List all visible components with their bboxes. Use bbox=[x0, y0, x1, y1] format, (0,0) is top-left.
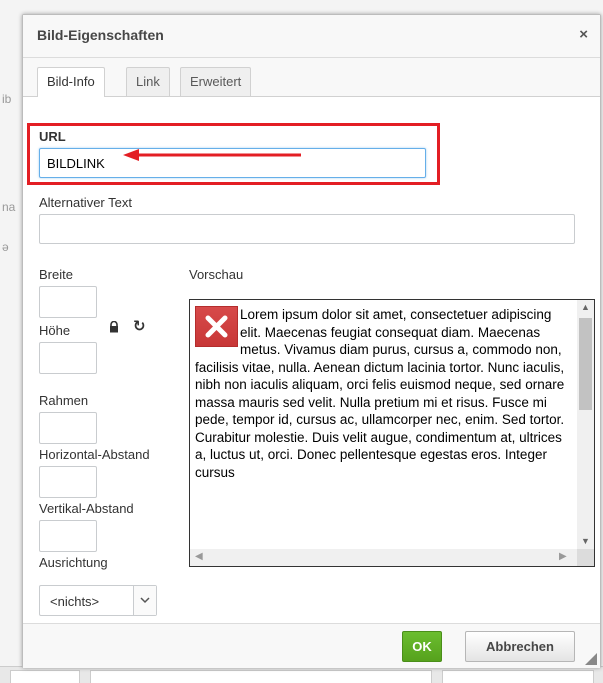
close-icon[interactable]: × bbox=[579, 26, 588, 43]
alt-text-input[interactable] bbox=[39, 214, 575, 244]
dialog-title: Bild-Eigenschaften bbox=[37, 27, 164, 43]
dialog-titlebar[interactable]: Bild-Eigenschaften × bbox=[23, 15, 600, 58]
background-field bbox=[10, 670, 80, 683]
tab-content: URL Alternativer Text Breite ↻ Höhe Rahm… bbox=[23, 97, 600, 623]
scroll-right-icon[interactable]: ▶ bbox=[559, 551, 567, 562]
height-label: Höhe bbox=[39, 323, 71, 338]
scroll-corner bbox=[577, 549, 594, 566]
height-input[interactable] bbox=[39, 342, 97, 374]
tab-link[interactable]: Link bbox=[126, 67, 170, 96]
hspace-input[interactable] bbox=[39, 466, 97, 498]
background-fragment: ib bbox=[2, 92, 12, 106]
preview-box[interactable]: Lorem ipsum dolor sit amet, consectetuer… bbox=[189, 299, 595, 567]
preview-label: Vorschau bbox=[189, 267, 244, 282]
preview-text: Lorem ipsum dolor sit amet, consectetuer… bbox=[195, 307, 565, 480]
broken-image-icon bbox=[195, 306, 238, 347]
chevron-down-icon[interactable] bbox=[133, 586, 156, 615]
cancel-button[interactable]: Abbrechen bbox=[465, 631, 575, 662]
align-select[interactable]: <nichts> bbox=[39, 585, 157, 616]
align-select-value: <nichts> bbox=[50, 594, 100, 609]
align-label: Ausrichtung bbox=[39, 555, 108, 570]
background-field bbox=[442, 670, 594, 683]
image-properties-dialog: Bild-Eigenschaften × Bild-Info Link Erwe… bbox=[22, 14, 601, 668]
ok-button[interactable]: OK bbox=[402, 631, 442, 662]
border-input[interactable] bbox=[39, 412, 97, 444]
tab-bild-info[interactable]: Bild-Info bbox=[37, 67, 105, 97]
tab-bar: Bild-Info Link Erweitert bbox=[23, 58, 600, 97]
preview-horizontal-scrollbar[interactable]: ◀ ▶ bbox=[190, 549, 577, 566]
alt-text-label: Alternativer Text bbox=[39, 195, 132, 210]
preview-vertical-scrollbar[interactable]: ▲ ▼ bbox=[577, 300, 594, 549]
vspace-input[interactable] bbox=[39, 520, 97, 552]
border-label: Rahmen bbox=[39, 393, 89, 408]
scrollbar-thumb[interactable] bbox=[579, 318, 592, 410]
resize-handle-icon[interactable] bbox=[585, 653, 597, 665]
width-label: Breite bbox=[39, 267, 73, 282]
url-label: URL bbox=[39, 129, 66, 144]
background-fragment: na bbox=[2, 200, 16, 214]
tab-erweitert[interactable]: Erweitert bbox=[180, 67, 252, 96]
reset-size-icon[interactable]: ↻ bbox=[133, 317, 146, 335]
hspace-label: Horizontal-Abstand bbox=[39, 447, 150, 462]
scroll-down-icon[interactable]: ▼ bbox=[581, 536, 590, 546]
vspace-label: Vertikal-Abstand bbox=[39, 501, 134, 516]
background-field bbox=[90, 670, 432, 683]
dialog-footer: OK Abbrechen bbox=[23, 623, 600, 668]
scroll-left-icon[interactable]: ◀ bbox=[195, 551, 203, 562]
scroll-up-icon[interactable]: ▲ bbox=[581, 302, 590, 312]
preview-content: Lorem ipsum dolor sit amet, consectetuer… bbox=[195, 306, 567, 481]
width-input[interactable] bbox=[39, 286, 97, 318]
background-fragment: ə bbox=[2, 240, 9, 254]
annotation-arrow-icon bbox=[123, 149, 301, 161]
lock-icon[interactable] bbox=[109, 320, 119, 336]
